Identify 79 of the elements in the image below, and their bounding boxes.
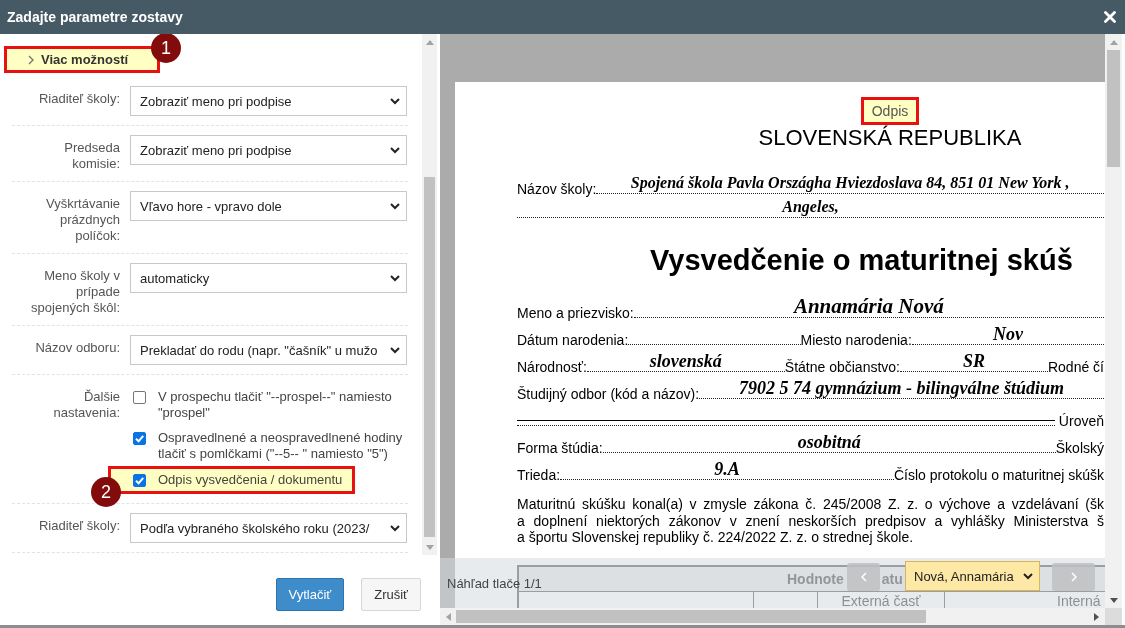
vertical-scrollbar[interactable] bbox=[422, 34, 437, 555]
close-icon bbox=[1104, 11, 1116, 23]
scrollbar-corner bbox=[1105, 608, 1122, 625]
chevron-down-icon bbox=[390, 524, 400, 532]
select-field[interactable]: automaticky bbox=[130, 263, 407, 293]
field-label: Školský bbox=[1055, 440, 1104, 456]
field-label: Dátum narodenia: bbox=[517, 332, 629, 348]
field-label: Názov školy: bbox=[517, 181, 597, 197]
student-select[interactable]: Nová, Annamária bbox=[905, 561, 1040, 591]
chevron-down-icon bbox=[390, 146, 400, 154]
close-button[interactable] bbox=[1104, 11, 1116, 23]
chevron-left-icon bbox=[860, 572, 867, 582]
field-label: Vyškrtávanie prázdnych políčok: bbox=[45, 196, 120, 244]
certificate-paragraph: Maturitnú skúšku konal(a) v zmysle zákona č. 245/2008 Z. z. o výchove a vzdelávaní (šk a doplnení niektorých zákonov v znení neskorších predpisov a vyhlášky Ministerstva š a športu Slovenskej republiky č. 224/2022 Z. z. o strednej škole. bbox=[517, 496, 1104, 546]
select-field[interactable]: Podľa vybraného školského roku (2023/ bbox=[130, 513, 407, 543]
field-value: SR bbox=[962, 351, 985, 371]
field-label: Číslo protokolu o maturitnej skúšk bbox=[893, 467, 1104, 483]
country-heading: SLOVENSKÁ REPUBLIKA bbox=[757, 125, 1023, 151]
field-label: Národnosť: bbox=[517, 359, 587, 375]
field-label: Úroveň bbox=[1058, 413, 1104, 429]
checkbox[interactable] bbox=[133, 391, 146, 404]
chevron-down-icon bbox=[390, 97, 400, 105]
chevron-down-icon bbox=[390, 274, 400, 282]
chevron-down-icon bbox=[390, 346, 400, 354]
field-value: 7902 5 74 gymnázium - bilingválne štúdium bbox=[739, 378, 1065, 398]
document-title: Vysvedčenie o maturitnej skúš bbox=[649, 243, 1074, 278]
field-label: Ďalšie nastavenia: bbox=[52, 389, 120, 421]
dialog-title: Zadajte parametre zostavy bbox=[7, 9, 183, 25]
caret-left-icon[interactable] bbox=[446, 612, 451, 621]
chevron-right-icon bbox=[1070, 572, 1077, 582]
page-counter: Náhľad tlače 1/1 bbox=[447, 576, 542, 591]
select-field[interactable]: Vľavo hore - vpravo dole bbox=[130, 191, 407, 221]
caret-up-icon[interactable] bbox=[425, 40, 434, 45]
previous-button[interactable] bbox=[847, 563, 880, 591]
field-value: 9.A bbox=[714, 459, 740, 479]
field-label: Riaditeľ školy: bbox=[37, 518, 120, 534]
caret-down-icon[interactable] bbox=[1109, 598, 1118, 603]
field-label: Meno a priezvisko: bbox=[517, 305, 634, 321]
caret-right-icon[interactable] bbox=[1094, 612, 1099, 621]
callout-badge: 1 bbox=[151, 34, 181, 63]
checkbox[interactable] bbox=[133, 432, 146, 445]
checkbox-option[interactable]: V prospechu tlačiť "--prospel--" namiesto "prospel" bbox=[130, 389, 407, 421]
field-label: Predseda komisie: bbox=[63, 140, 120, 172]
field-label: Názov odboru: bbox=[34, 340, 120, 356]
select-field[interactable]: Prekladať do rodu (napr. "čašník" u mužo bbox=[130, 335, 407, 365]
field-label: Štátne občianstvo: bbox=[784, 359, 900, 375]
caret-up-icon[interactable] bbox=[1109, 40, 1118, 45]
field-value: Spojená škola Pavla Országha Hviezdoslava 84, 851 01 New York , bbox=[630, 173, 1070, 193]
field-label: Forma štúdia: bbox=[517, 440, 603, 456]
field-label: Trieda: bbox=[517, 467, 561, 483]
field-value: slovenská bbox=[649, 351, 722, 371]
scrollbar-thumb[interactable] bbox=[456, 610, 926, 623]
more-options-toggle[interactable]: Viac možností bbox=[4, 46, 161, 73]
table-header-text: atu bbox=[881, 570, 903, 587]
field-value: Nov bbox=[992, 324, 1023, 344]
next-button[interactable] bbox=[1052, 563, 1095, 591]
field-value: Annamária Nová bbox=[793, 295, 944, 317]
cancel-button[interactable]: Zrušiť bbox=[361, 578, 421, 611]
field-label: Meno školy v prípade spojených škôl: bbox=[30, 268, 120, 316]
print-button[interactable]: Vytlačiť bbox=[275, 578, 345, 611]
scrollbar-thumb[interactable] bbox=[424, 177, 435, 537]
scrollbar-thumb[interactable] bbox=[1107, 50, 1120, 167]
copy-stamp: Odpis bbox=[860, 97, 920, 125]
chevron-down-icon bbox=[390, 202, 400, 210]
checkbox[interactable] bbox=[133, 474, 146, 487]
horizontal-scrollbar[interactable] bbox=[440, 608, 1105, 625]
field-label: Rodné čí bbox=[1047, 359, 1104, 375]
field-label: Študijný odbor (kód a názov): bbox=[517, 386, 700, 402]
table-header-text: Hodnote bbox=[787, 570, 844, 587]
checkbox-option[interactable]: Ospravedlnené a neospravedlnené hodiny tlačiť s pomlčkami ("--5-- " namiesto "5") bbox=[130, 430, 407, 462]
chevron-down-icon bbox=[1023, 572, 1033, 580]
callout-badge: 2 bbox=[91, 477, 121, 507]
field-label: Riaditeľ školy: bbox=[37, 91, 120, 107]
vertical-scrollbar[interactable] bbox=[1105, 34, 1122, 608]
select-field[interactable]: Zobraziť meno pri podpise bbox=[130, 86, 407, 116]
select-field[interactable]: Zobraziť meno pri podpise bbox=[130, 135, 407, 165]
field-label: Miesto narodenia: bbox=[800, 332, 912, 348]
field-value: osobitná bbox=[797, 432, 861, 452]
field-value: Angeles, bbox=[782, 197, 839, 217]
